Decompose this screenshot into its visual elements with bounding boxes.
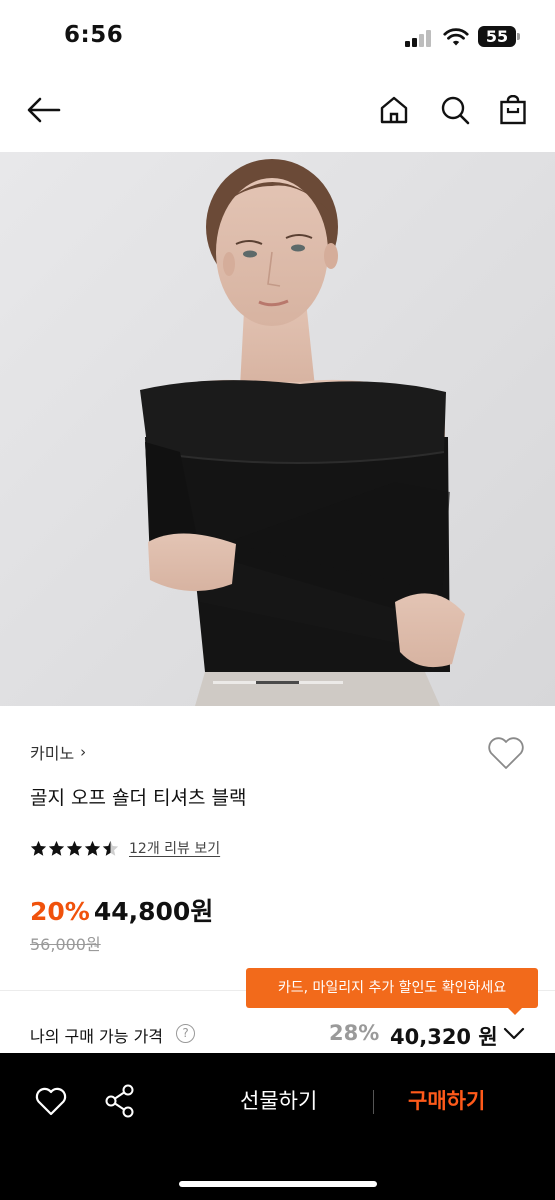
sale-price: 44,800원	[93, 897, 214, 926]
wifi-icon	[443, 28, 469, 46]
wishlist-button[interactable]	[486, 735, 526, 771]
my-discount-rate: 28%	[329, 1021, 380, 1045]
original-price: 56,000원	[30, 935, 101, 954]
back-button[interactable]	[26, 92, 62, 128]
heart-icon	[35, 1087, 67, 1116]
bottom-action-bar: 선물하기 구매하기	[0, 1053, 555, 1200]
home-indicator[interactable]	[179, 1181, 377, 1187]
gift-button[interactable]: 선물하기	[240, 1085, 317, 1115]
my-price-label: 나의 구매 가능 가격	[30, 1027, 164, 1046]
rating-stars	[30, 840, 119, 857]
home-button[interactable]	[376, 92, 412, 128]
image-pager-active	[256, 681, 299, 684]
bottom-wishlist-button[interactable]	[34, 1085, 68, 1119]
help-icon[interactable]: ?	[176, 1024, 195, 1043]
signal-icon	[405, 29, 433, 47]
battery-indicator: 55	[478, 26, 520, 47]
status-time: 6:56	[64, 22, 124, 48]
buy-button[interactable]: 구매하기	[408, 1085, 485, 1115]
product-title: 골지 오프 숄더 티셔츠 블랙	[30, 787, 247, 809]
top-nav	[0, 78, 555, 142]
share-icon	[105, 1084, 134, 1118]
my-price: 40,320 원	[390, 1025, 498, 1049]
brand-link[interactable]: 카미노 ›	[30, 740, 86, 764]
star-icon	[48, 840, 65, 856]
benefit-tooltip: 카드, 마일리지 추가 할인도 확인하세요	[246, 968, 538, 1015]
search-icon	[441, 96, 470, 125]
my-price-row[interactable]: 나의 구매 가능 가격 ? 28% 40,320 원	[0, 1015, 555, 1053]
heart-icon	[488, 737, 524, 769]
review-link[interactable]: 12개 리뷰 보기	[129, 838, 220, 858]
discount-rate: 20%	[30, 897, 90, 926]
image-pager	[213, 681, 343, 684]
status-bar: 6:56 55	[0, 0, 555, 70]
divider	[373, 1090, 374, 1114]
share-button[interactable]	[103, 1083, 137, 1119]
star-icon	[84, 840, 101, 856]
chevron-right-icon: ›	[80, 743, 87, 761]
home-icon	[380, 96, 408, 124]
shopping-bag-icon	[500, 95, 526, 125]
arrow-left-icon	[27, 97, 61, 123]
search-button[interactable]	[437, 92, 473, 128]
half-star-icon	[102, 840, 119, 856]
chevron-down-icon[interactable]	[503, 1023, 525, 1043]
model-photo	[0, 152, 555, 706]
cart-button[interactable]	[495, 92, 531, 128]
star-icon	[30, 840, 47, 856]
rating-row: 12개 리뷰 보기	[30, 838, 220, 858]
brand-name: 카미노	[30, 744, 75, 763]
price-row: 20% 44,800원	[30, 892, 213, 928]
product-image[interactable]	[0, 152, 555, 706]
star-icon	[66, 840, 83, 856]
